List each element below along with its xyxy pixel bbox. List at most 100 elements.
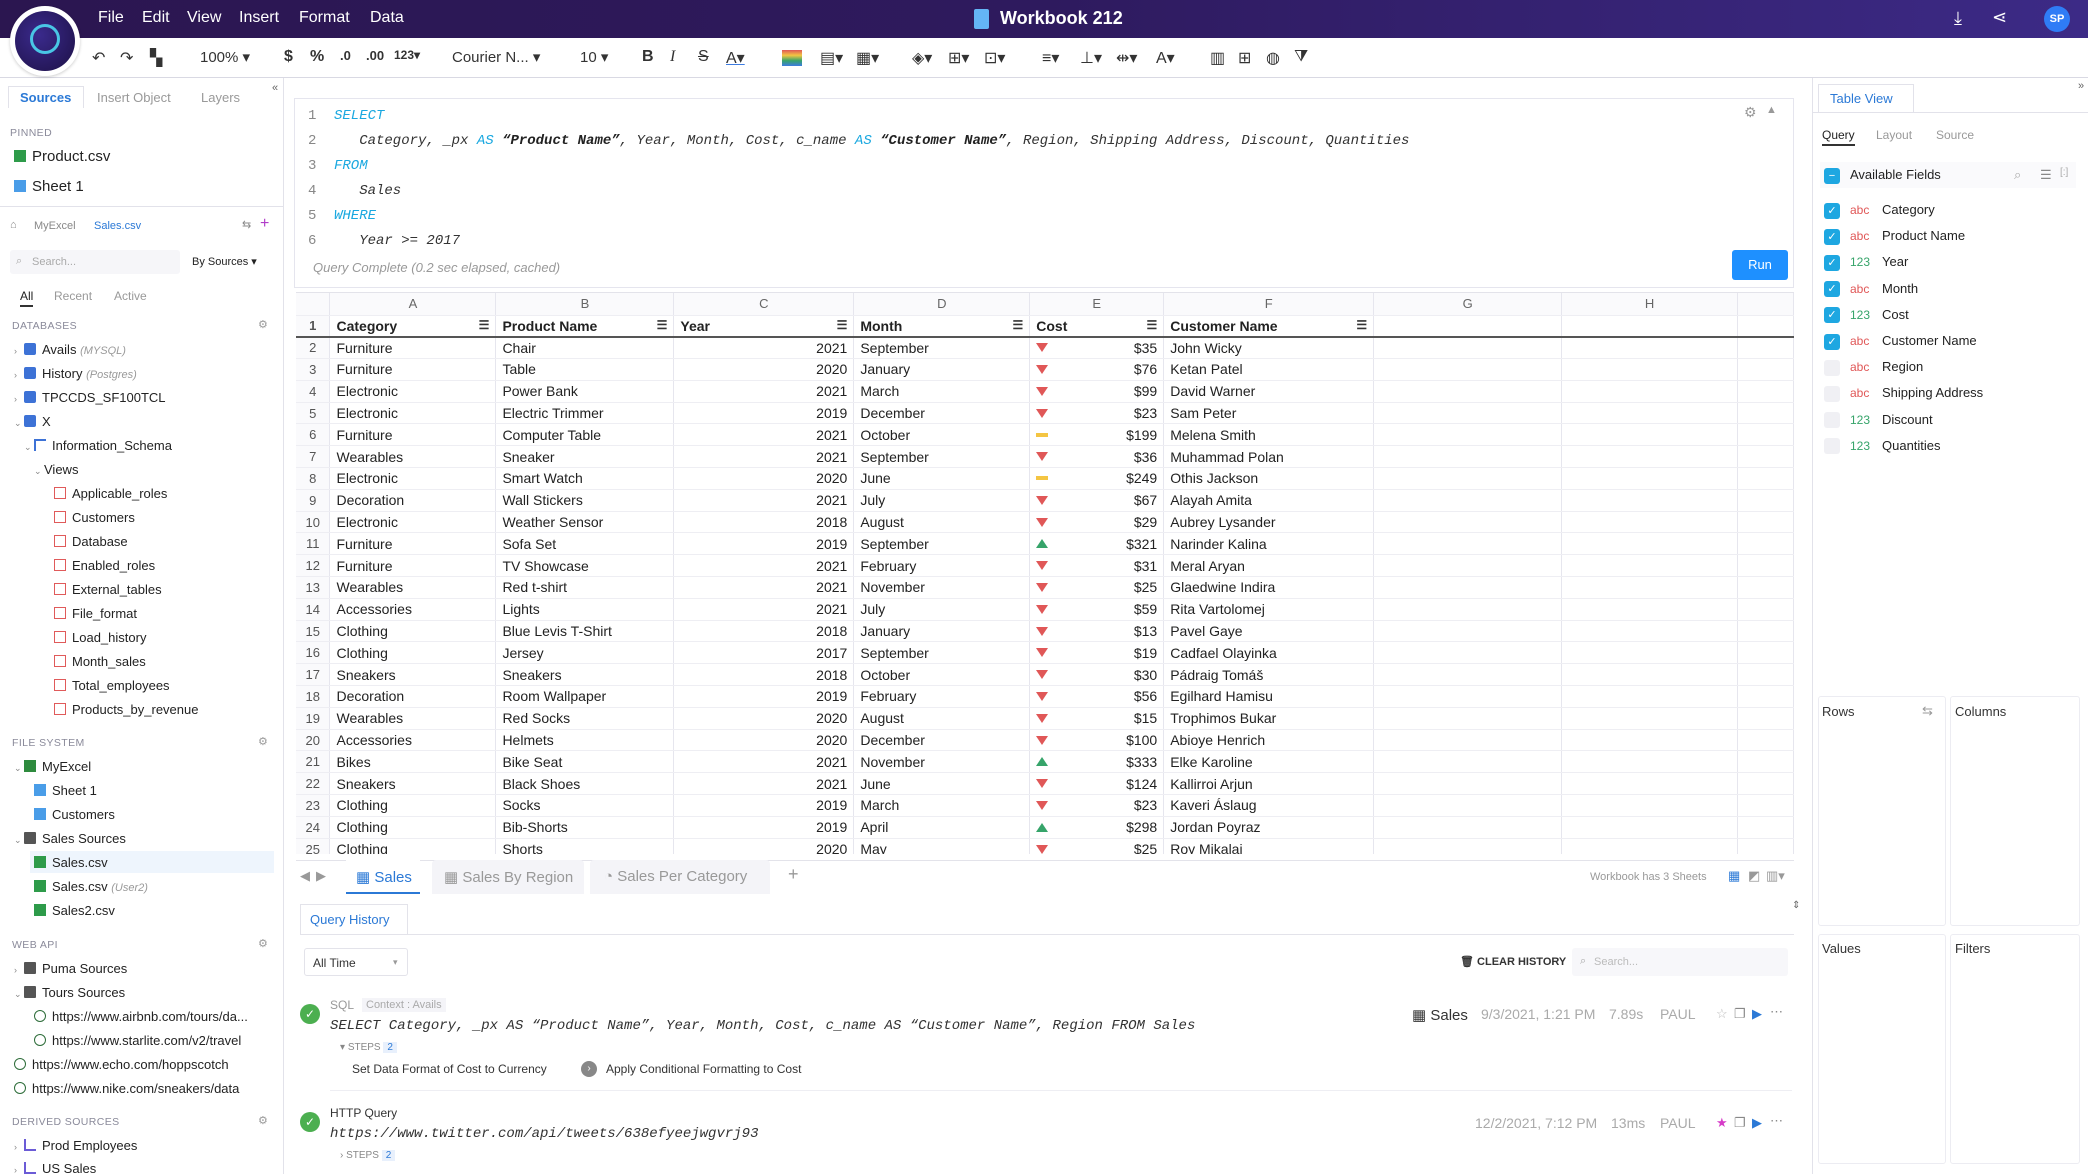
percent-button[interactable]: % xyxy=(310,48,324,66)
home-icon[interactable]: ⌂ xyxy=(10,219,17,231)
tab-layout[interactable]: Layout xyxy=(1876,128,1912,142)
cell-year[interactable]: 2020 xyxy=(673,467,855,490)
empty-cell[interactable] xyxy=(1561,467,1738,490)
view-item[interactable]: Customers xyxy=(54,510,135,525)
code-line[interactable]: Category, _px AS “Product Name”, Year, M… xyxy=(334,133,1409,149)
history-query[interactable]: SELECT Category, _px AS “Product Name”, … xyxy=(330,1018,1195,1034)
avatar[interactable]: SP xyxy=(2044,6,2070,32)
sheet-tab-sales-by-region[interactable]: ▦ Sales By Region xyxy=(444,868,573,886)
field-item[interactable]: ✓ abc Customer Name xyxy=(1824,333,1977,350)
row-number[interactable]: 12 xyxy=(296,554,331,578)
run-button[interactable]: Run xyxy=(1732,250,1788,280)
cell-customer[interactable]: Kaveri Áslaug xyxy=(1163,794,1375,817)
row-number[interactable]: 21 xyxy=(296,750,331,774)
empty-cell[interactable] xyxy=(1561,772,1738,796)
cell-cost[interactable]: $249 xyxy=(1029,467,1165,490)
currency-button[interactable]: $ xyxy=(284,48,293,66)
cell-category[interactable]: Furniture xyxy=(329,554,497,578)
cell-category[interactable]: Clothing xyxy=(329,816,497,839)
cell-month[interactable]: July xyxy=(853,489,1031,512)
table-row[interactable]: 15 Clothing Blue Levis T-Shirt 2018 January $… xyxy=(296,620,1794,643)
menu-view[interactable]: View xyxy=(187,9,221,27)
cell-product[interactable]: Wall Stickers xyxy=(495,489,675,512)
cell-year[interactable]: 2017 xyxy=(673,641,855,665)
grid-view-icon[interactable]: ▦ xyxy=(1728,868,1740,884)
cell-month[interactable]: March xyxy=(853,794,1031,817)
cell-customer[interactable]: Melena Smith xyxy=(1163,423,1375,447)
empty-cell[interactable] xyxy=(1373,358,1563,381)
filter-fields-icon[interactable]: ☰ xyxy=(2040,167,2052,183)
menu-file[interactable]: File xyxy=(98,9,124,27)
row-number[interactable]: 20 xyxy=(296,729,331,752)
cell-product[interactable]: Smart Watch xyxy=(495,467,675,490)
field-header-cell[interactable]: Month ☰ xyxy=(853,315,1031,338)
cell-customer[interactable]: Roy Mikalai xyxy=(1163,838,1375,854)
table-row[interactable]: 6 Furniture Computer Table 2021 October $199 M… xyxy=(296,423,1794,447)
view-item[interactable]: Load_history xyxy=(54,630,146,645)
cell-month[interactable]: August xyxy=(853,511,1031,534)
table-row[interactable]: 19 Wearables Red Socks 2020 August $15 Trophim… xyxy=(296,707,1794,730)
empty-cell[interactable] xyxy=(1561,663,1738,687)
cell-product[interactable]: TV Showcase xyxy=(495,554,675,578)
view-item[interactable]: External_tables xyxy=(54,582,162,597)
cell-customer[interactable]: Meral Aryan xyxy=(1163,554,1375,578)
view-item[interactable]: File_format xyxy=(54,606,137,621)
cell-year[interactable]: 2021 xyxy=(673,380,855,403)
empty-cell[interactable] xyxy=(1373,576,1563,599)
italic-icon[interactable]: I xyxy=(670,48,675,66)
cell-year[interactable]: 2021 xyxy=(673,336,855,360)
cell-year[interactable]: 2019 xyxy=(673,816,855,839)
chart-view-icon[interactable]: ◩ xyxy=(1748,868,1760,884)
code-line[interactable]: FROM xyxy=(334,158,368,174)
table-row[interactable]: 24 Clothing Bib-Shorts 2019 April $298 Jordan … xyxy=(296,816,1794,839)
cell-product[interactable]: Bib-Shorts xyxy=(495,816,675,839)
cell-customer[interactable]: Glaedwine Indira xyxy=(1163,576,1375,599)
empty-cell[interactable] xyxy=(1561,620,1738,643)
color-scale-icon[interactable] xyxy=(782,50,802,66)
table-row[interactable]: 20 Accessories Helmets 2020 December $100 Abio… xyxy=(296,729,1794,752)
column-header[interactable]: C xyxy=(673,293,855,316)
pivot-icon[interactable]: ⊞ xyxy=(1238,48,1251,68)
code-line[interactable]: SELECT xyxy=(334,108,384,124)
query-history-tab[interactable]: Query History xyxy=(310,912,389,927)
cell-month[interactable]: January xyxy=(853,358,1031,381)
bold-icon[interactable]: B xyxy=(642,48,654,66)
cell-customer[interactable]: Othis Jackson xyxy=(1163,467,1375,490)
field-item[interactable]: ✓abcRegion xyxy=(1824,359,1923,376)
cell-month[interactable]: May xyxy=(853,838,1031,854)
empty-cell[interactable] xyxy=(1373,445,1563,469)
cell-customer[interactable]: Alayah Amita xyxy=(1163,489,1375,512)
cell-category[interactable]: Wearables xyxy=(329,707,497,730)
more-icon[interactable]: ⋯ xyxy=(1770,1004,1783,1020)
cell-category[interactable]: Electronic xyxy=(329,380,497,403)
cell-month[interactable]: October xyxy=(853,423,1031,447)
row-number[interactable]: 13 xyxy=(296,576,331,599)
cell-product[interactable]: Helmets xyxy=(495,729,675,752)
layout-view-icon[interactable]: ▥▾ xyxy=(1766,868,1785,884)
cell-category[interactable]: Decoration xyxy=(329,489,497,512)
empty-cell[interactable] xyxy=(1373,402,1563,425)
comment-icon[interactable]: ◍ xyxy=(1266,48,1280,68)
field-item[interactable]: ✓ abc Product Name xyxy=(1824,228,1965,245)
cell-year[interactable]: 2021 xyxy=(673,445,855,469)
tab-layers[interactable]: Layers xyxy=(201,90,240,105)
cell-cost[interactable]: $23 xyxy=(1029,794,1165,817)
cell-year[interactable]: 2019 xyxy=(673,794,855,817)
cell-product[interactable]: Jersey xyxy=(495,641,675,665)
merge-cells-icon[interactable]: ⊡▾ xyxy=(984,48,1005,68)
cell-cost[interactable]: $13 xyxy=(1029,620,1165,643)
cell-category[interactable]: Sneakers xyxy=(329,663,497,687)
table-row[interactable]: 10 Electronic Weather Sensor 2018 August $29 A… xyxy=(296,511,1794,534)
cell-category[interactable]: Electronic xyxy=(329,511,497,534)
table-row[interactable]: 3 Furniture Table 2020 January $76 Ketan Patel xyxy=(296,358,1794,381)
puma-folder[interactable]: › Puma Sources xyxy=(14,961,127,976)
decrease-decimal-button[interactable]: .0 xyxy=(340,48,351,63)
redo-icon[interactable]: ↷ xyxy=(120,48,133,68)
cell-customer[interactable]: Trophimos Bukar xyxy=(1163,707,1375,730)
cell-month[interactable]: June xyxy=(853,467,1031,490)
cell-cost[interactable]: $298 xyxy=(1029,816,1165,839)
row-number[interactable]: 5 xyxy=(296,402,331,425)
tab-sources[interactable]: Sources xyxy=(20,90,71,105)
row-number[interactable]: 18 xyxy=(296,685,331,708)
by-sources-select[interactable]: By Sources ▾ xyxy=(192,255,257,268)
